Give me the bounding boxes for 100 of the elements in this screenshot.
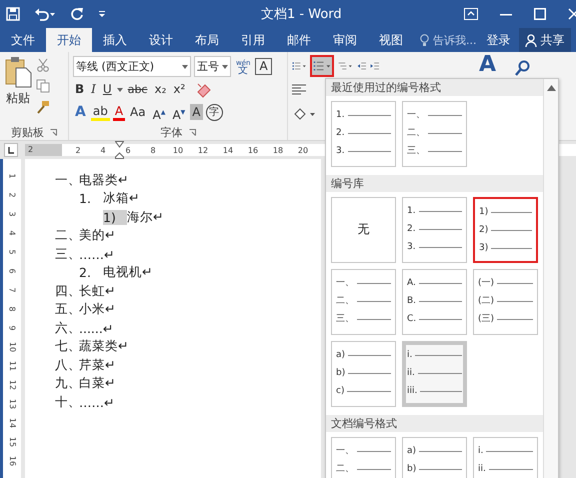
scroll-up-icon[interactable] — [546, 85, 556, 91]
list-number: 一、 — [55, 172, 79, 189]
group-label: 字体 — [160, 125, 182, 140]
login-link[interactable]: 登录 — [486, 32, 510, 48]
list-number: 2. — [79, 265, 92, 280]
indent-marker-icon[interactable] — [115, 141, 124, 159]
character-shading-button[interactable]: A — [190, 104, 203, 120]
ruler-number: 10 — [7, 342, 17, 352]
ruler-number: 2 — [74, 146, 82, 154]
numbering-format-option[interactable]: 1. 2. 3. — [402, 197, 467, 263]
list-item-text: 芹菜↵ — [79, 356, 116, 374]
enclose-characters-button[interactable]: 字 — [206, 104, 223, 121]
maximize-icon[interactable] — [534, 8, 546, 20]
numbering-format-option[interactable]: 1. 2. 3. — [331, 101, 396, 167]
grow-font-button[interactable]: A$^{▲}$ — [150, 102, 168, 122]
list-item-text: 小米↵ — [79, 301, 116, 318]
ruler-number: 2 — [7, 192, 17, 198]
shrink-font-button[interactable]: A$^{▼}$ — [170, 102, 188, 122]
list-item-text: 蔬菜类↵ — [79, 338, 128, 356]
shading-icon[interactable] — [292, 106, 316, 122]
numbering-format-option[interactable]: 无 — [331, 197, 396, 263]
person-icon — [524, 34, 538, 46]
ribbon-tab[interactable]: 文件 — [0, 28, 46, 52]
numbering-format-option[interactable]: i. ii. — [473, 437, 538, 478]
numbering-format-option[interactable]: 一、 二、 三、 — [331, 269, 396, 335]
dialog-launcher-icon[interactable] — [50, 128, 57, 136]
ruler-number: 5 — [7, 249, 17, 255]
save-icon[interactable] — [6, 7, 20, 21]
align-left-icon[interactable] — [292, 84, 306, 96]
text-effects-button[interactable]: A — [73, 102, 88, 122]
numbering-format-option[interactable]: i. ii. iii. — [402, 341, 467, 407]
font-name-dropdown[interactable]: 等线 (西文正文) — [73, 56, 191, 77]
character-border-button[interactable]: A — [255, 58, 272, 75]
ruler-number: 1 — [7, 173, 17, 179]
ribbon-tab[interactable]: 视图 — [368, 28, 414, 52]
list-item-text: 冰箱↵ — [103, 190, 140, 208]
search-icon[interactable] — [515, 60, 531, 76]
bold-button[interactable]: B — [73, 80, 86, 100]
ruler-number: 4 — [7, 230, 17, 236]
highlight-button[interactable]: ab — [90, 104, 110, 121]
italic-button[interactable]: I — [89, 80, 98, 100]
font-size-dropdown[interactable]: 五号 — [194, 56, 231, 77]
ruler-number: 10 — [172, 146, 184, 154]
eraser-icon[interactable] — [196, 82, 212, 98]
copy-icon[interactable] — [36, 79, 50, 93]
numbering-format-option[interactable]: 一、 二、 — [331, 437, 396, 478]
paste-button[interactable]: 粘贴 — [4, 56, 32, 124]
ruler-number: 18 — [272, 146, 284, 154]
ruler-number: 14 — [7, 418, 17, 428]
numbering-format-option[interactable]: 1) 2) 3) — [473, 197, 538, 263]
numbering-format-option[interactable]: A. B. C. — [402, 269, 467, 335]
tab-stop-icon[interactable] — [4, 143, 18, 157]
tell-me-field[interactable]: 告诉我... — [433, 32, 476, 48]
ribbon-tab[interactable]: 引用 — [230, 28, 276, 52]
list-number: 二、 — [55, 227, 79, 244]
ribbon-tab[interactable]: 开始 — [46, 28, 92, 52]
list-number: 八、 — [55, 356, 79, 374]
share-button[interactable]: 共享 — [518, 28, 570, 52]
font-color-button[interactable]: A — [112, 104, 126, 121]
numbering-format-option[interactable]: a) b) c) — [331, 341, 396, 407]
ribbon-tab[interactable]: 布局 — [184, 28, 230, 52]
ribbon-tab[interactable]: 设计 — [138, 28, 184, 52]
ruler-number: 12 — [7, 380, 17, 390]
group-label: 剪贴板 — [11, 124, 44, 140]
subscript-button[interactable]: x₂ — [152, 80, 168, 100]
numbering-format-option[interactable]: (一) (二) (三) — [473, 269, 538, 335]
styles-button[interactable]: A — [479, 54, 509, 76]
ruler-number: 8 — [7, 306, 17, 312]
change-case-button[interactable]: Aa — [128, 102, 148, 122]
underline-button[interactable]: U — [100, 80, 114, 100]
ruler-number: 16 — [7, 456, 17, 466]
list-number: 七、 — [55, 338, 79, 356]
ruler-number: 7 — [7, 287, 17, 293]
ruler-number: 14 — [222, 146, 234, 154]
ruler-number: 12 — [197, 146, 209, 154]
ruler-number: 2 — [25, 144, 62, 156]
list-item-text: ......↵ — [79, 320, 114, 336]
ribbon-tab[interactable]: 审阅 — [322, 28, 368, 52]
section-header: 文档编号格式 — [326, 415, 543, 432]
superscript-button[interactable]: x² — [171, 80, 188, 100]
paintbrush-icon[interactable] — [36, 100, 50, 114]
scrollbar[interactable] — [543, 79, 558, 478]
ribbon-display-icon[interactable] — [464, 8, 478, 20]
ribbon-tab[interactable]: 插入 — [92, 28, 138, 52]
dialog-launcher-icon[interactable] — [188, 129, 196, 136]
ruler-number: 9 — [7, 325, 17, 331]
customize-icon[interactable] — [98, 10, 106, 18]
list-item-text: 美的↵ — [79, 227, 116, 244]
section-header: 编号库 — [326, 175, 543, 192]
undo-icon[interactable] — [34, 7, 56, 21]
redo-icon[interactable] — [70, 7, 84, 21]
strikethrough-button[interactable]: abc — [126, 80, 150, 100]
list-number: 1. — [79, 191, 92, 206]
close-icon[interactable] — [568, 8, 576, 20]
numbering-format-option[interactable]: 一、 二、 三、 — [402, 101, 467, 167]
scissors-icon[interactable] — [36, 58, 50, 72]
ruler-number: 20 — [297, 146, 309, 154]
ribbon-tab[interactable]: 邮件 — [276, 28, 322, 52]
numbering-format-option[interactable]: a) b) — [402, 437, 467, 478]
numbering-button[interactable] — [310, 55, 334, 77]
